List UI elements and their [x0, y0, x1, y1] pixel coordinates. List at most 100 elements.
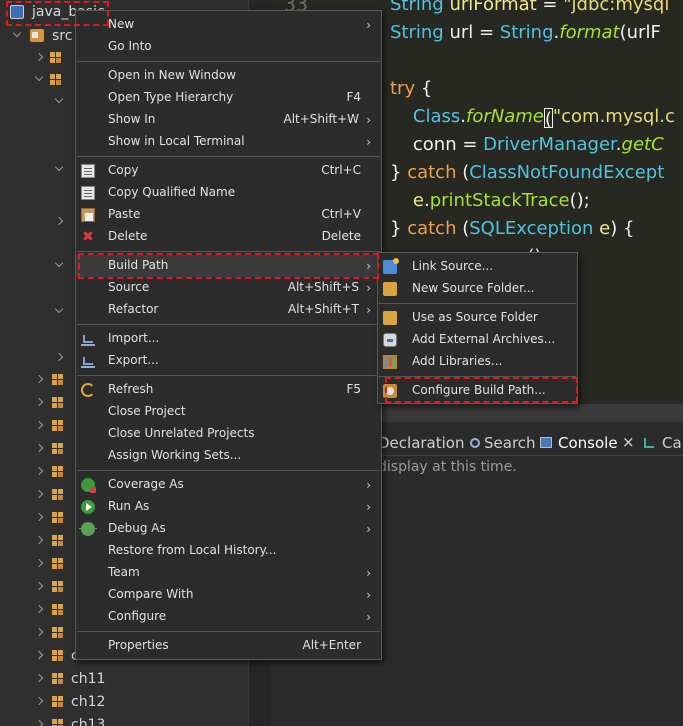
code-line: Class.forName("com.mysql.c [390, 106, 675, 130]
chevron-down-icon[interactable] [54, 260, 64, 270]
package-label: ch12 [71, 694, 106, 710]
menu-item-delete[interactable]: ✖ Delete Delete [76, 226, 381, 248]
package-icon [52, 397, 64, 409]
menu-item-source[interactable]: Source Alt+Shift+S › [76, 277, 381, 299]
chevron-down-icon[interactable] [54, 164, 64, 174]
menu-item-compare-with[interactable]: Compare With › [76, 584, 381, 606]
menu-separator [379, 303, 576, 304]
chevron-right-icon[interactable] [34, 512, 44, 522]
tab-search[interactable]: Search [484, 434, 536, 452]
new-source-folder-icon [383, 282, 397, 296]
code-token: DriverManager [483, 134, 616, 155]
menu-item-restore-from-local-history[interactable]: Restore from Local History... [76, 540, 381, 562]
menu-item-shortcut: Alt+Shift+W [283, 112, 360, 126]
chevron-right-icon[interactable] [34, 604, 44, 614]
menu-item-new[interactable]: New › [76, 14, 381, 36]
menu-item-run-as[interactable]: Run As › [76, 496, 381, 518]
menu-item-show-in-local-terminal[interactable]: Show in Local Terminal › [76, 131, 381, 153]
export-icon [81, 354, 95, 368]
package-icon [52, 673, 64, 685]
submenu-arrow-icon: › [366, 610, 371, 624]
tab-call-hierarchy[interactable]: Cal [662, 434, 683, 452]
menu-item-coverage-as[interactable]: Coverage As › [76, 474, 381, 496]
chevron-down-icon[interactable] [54, 96, 64, 106]
chevron-right-icon[interactable] [34, 374, 44, 384]
code-token: } [390, 218, 408, 239]
package-icon [52, 558, 64, 570]
chevron-right-icon[interactable] [34, 696, 44, 706]
menu-item-label: Debug As [108, 521, 166, 535]
menu-item-label: Paste [108, 207, 141, 221]
code-token: catch [407, 162, 457, 183]
submenu-item-use-as-source-folder[interactable]: Use as Source Folder [378, 307, 577, 329]
external-archive-icon [383, 333, 397, 347]
chevron-right-icon[interactable] [34, 558, 44, 568]
chevron-right-icon[interactable] [34, 581, 44, 591]
menu-item-close-unrelated-projects[interactable]: Close Unrelated Projects [76, 423, 381, 445]
code-token: getC [621, 134, 664, 155]
submenu-item-add-libraries[interactable]: Add Libraries... [378, 351, 577, 373]
menu-item-open-type-hierarchy[interactable]: Open Type Hierarchy F4 [76, 87, 381, 109]
close-icon[interactable]: × [622, 433, 635, 451]
menu-item-label: Show In [108, 112, 156, 126]
submenu-arrow-icon: › [366, 500, 371, 514]
menu-item-label: Copy Qualified Name [108, 185, 236, 199]
package-icon [50, 52, 62, 64]
menu-item-open-in-new-window[interactable]: Open in New Window [76, 65, 381, 87]
menu-item-assign-working-sets[interactable]: Assign Working Sets... [76, 445, 381, 467]
chevron-right-icon[interactable] [34, 489, 44, 499]
tree-item-package[interactable]: ch11 [0, 669, 248, 691]
submenu-arrow-icon: › [366, 113, 371, 127]
submenu-arrow-icon: › [366, 478, 371, 492]
chevron-right-icon[interactable] [34, 719, 44, 726]
chevron-right-icon[interactable] [34, 673, 44, 683]
menu-item-properties[interactable]: Properties Alt+Enter [76, 635, 381, 657]
chevron-right-icon[interactable] [34, 397, 44, 407]
menu-item-paste[interactable]: Paste Ctrl+V [76, 204, 381, 226]
menu-item-debug-as[interactable]: Debug As › [76, 518, 381, 540]
menu-item-close-project[interactable]: Close Project [76, 401, 381, 423]
chevron-right-icon[interactable] [34, 535, 44, 545]
menu-item-label: Delete [108, 229, 148, 243]
menu-item-team[interactable]: Team › [76, 562, 381, 584]
menu-item-copy[interactable]: Copy Ctrl+C [76, 160, 381, 182]
highlight-box-configure-build-path [385, 377, 578, 403]
refresh-icon [81, 383, 95, 397]
code-token: forName [465, 106, 544, 127]
code-line: } catch (ClassNotFoundExcept [390, 162, 664, 183]
chevron-right-icon[interactable] [34, 466, 44, 476]
menu-item-configure[interactable]: Configure › [76, 606, 381, 628]
submenu-item-add-external-archives[interactable]: Add External Archives... [378, 329, 577, 351]
menu-item-shortcut: Ctrl+C [321, 163, 361, 177]
chevron-down-icon[interactable] [54, 306, 64, 316]
console-message: display at this time. [378, 459, 517, 475]
menu-item-import[interactable]: Import... [76, 328, 381, 350]
menu-item-label: Refactor [108, 302, 159, 316]
menu-item-copy-qualified-name[interactable]: Copy Qualified Name [76, 182, 381, 204]
menu-item-show-in[interactable]: Show In Alt+Shift+W › [76, 109, 381, 131]
chevron-right-icon[interactable] [34, 650, 44, 660]
chevron-right-icon[interactable] [54, 216, 64, 226]
package-icon [52, 420, 64, 432]
menu-item-shortcut: F4 [346, 90, 361, 104]
tree-item-package[interactable]: ch13 [0, 715, 248, 726]
menu-item-go-into[interactable]: Go Into [76, 36, 381, 58]
chevron-right-icon[interactable] [34, 443, 44, 453]
submenu-arrow-icon: › [366, 135, 371, 149]
menu-item-refactor[interactable]: Refactor Alt+Shift+T › [76, 299, 381, 321]
tab-console[interactable]: Console [558, 434, 618, 452]
tab-declaration[interactable]: Declaration [378, 434, 464, 452]
menu-item-refresh[interactable]: Refresh F5 [76, 379, 381, 401]
submenu-item-link-source[interactable]: Link Source... [378, 256, 577, 278]
chevron-right-icon[interactable] [54, 352, 64, 362]
code-token: catch [407, 218, 457, 239]
tree-item-package[interactable]: ch12 [0, 692, 248, 714]
menu-item-export[interactable]: Export... [76, 350, 381, 372]
chevron-right-icon[interactable] [34, 420, 44, 430]
submenu-item-new-source-folder[interactable]: New Source Folder... [378, 278, 577, 300]
import-icon [81, 332, 95, 346]
chevron-right-icon[interactable] [34, 627, 44, 637]
chevron-right-icon[interactable] [34, 52, 44, 62]
expand-arrow-icon[interactable] [12, 30, 22, 40]
chevron-down-icon[interactable] [34, 74, 44, 84]
